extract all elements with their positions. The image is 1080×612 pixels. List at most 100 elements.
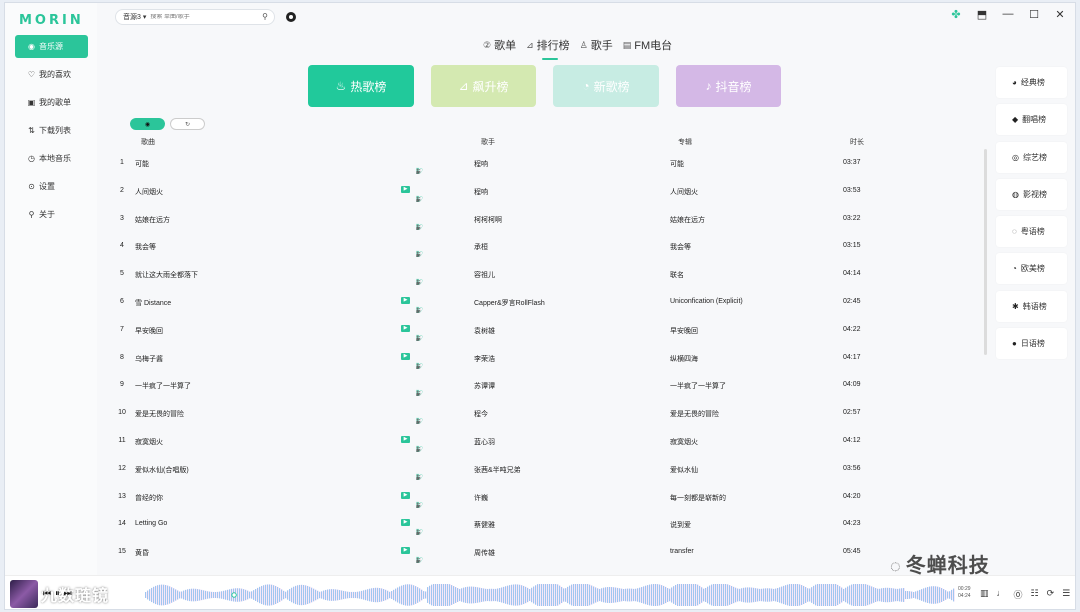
tab-0[interactable]: ② 歌单 <box>483 37 516 53</box>
banner-rising[interactable]: ⊿ 飙升榜 <box>431 65 536 107</box>
sidebar-item-2[interactable]: ▣ 我的歌单 <box>15 91 88 114</box>
song-title[interactable]: 黄昏 <box>135 548 149 558</box>
pause-icon[interactable]: ⏸ <box>55 588 60 599</box>
sidebar-item-0[interactable]: ◉ 音乐源 <box>15 35 88 58</box>
song-title[interactable]: 我会等 <box>135 242 156 252</box>
add-to-list-icon[interactable]: ≡ <box>416 417 423 426</box>
add-to-list-icon[interactable]: ≡ <box>416 223 423 232</box>
album-cover[interactable] <box>10 580 38 608</box>
rank-item-2[interactable]: ◎ 综艺榜 <box>996 141 1067 173</box>
mv-icon[interactable]: ▶ <box>401 547 410 555</box>
rank-item-1[interactable]: ◆ 翻唱榜 <box>996 104 1067 136</box>
table-row[interactable]: 10 爱是无畏的冒险 ⦀ ♡ ⤓ ≡ 程今 爱是无畏的冒险 02:57 <box>97 399 977 427</box>
song-title[interactable]: 寂寞烟火 <box>135 437 163 447</box>
artist-name[interactable]: 张茜&半吨兄弟 <box>474 465 521 475</box>
artist-name[interactable]: 周传雄 <box>474 548 495 558</box>
rank-item-4[interactable]: ◌ 粤语榜 <box>996 216 1067 248</box>
song-title[interactable]: 雪 Distance <box>135 298 171 308</box>
add-to-list-icon[interactable]: ≡ <box>416 167 423 176</box>
maximize-icon[interactable]: ☐ <box>1027 8 1041 21</box>
artist-name[interactable]: 许巍 <box>474 493 488 503</box>
album-name[interactable]: 爱似水仙 <box>670 465 698 475</box>
tab-2[interactable]: ♙ 歌手 <box>580 37 613 53</box>
close-icon[interactable]: ✕ <box>1053 8 1067 21</box>
artist-name[interactable]: 程响 <box>474 159 488 169</box>
banner-douyin[interactable]: ♪ 抖音榜 <box>676 65 781 107</box>
mv-icon[interactable]: ▶ <box>401 296 410 304</box>
sidebar-item-3[interactable]: ⇅ 下载列表 <box>15 119 88 142</box>
table-row[interactable]: 8 乌梅子酱 ▶ ⦀ ♡ ⤓ ≡ 李荣浩 纵横四海 04:17 <box>97 344 977 372</box>
song-title[interactable]: 爱似水仙(合唱版) <box>135 465 189 475</box>
song-title[interactable]: 爱是无畏的冒险 <box>135 409 184 419</box>
rank-item-3[interactable]: ◍ 影视榜 <box>996 178 1067 210</box>
album-name[interactable]: 联名 <box>670 270 684 280</box>
album-name[interactable]: 人间烟火 <box>670 187 698 197</box>
add-to-list-icon[interactable]: ≡ <box>416 389 423 398</box>
table-row[interactable]: 1 可能 ⦀ ♡ ⤓ ≡ 程响 可能 03:37 <box>97 149 977 177</box>
banner-hot[interactable]: ♨ 热歌榜 <box>308 65 414 107</box>
add-to-list-icon[interactable]: ≡ <box>416 473 423 482</box>
album-name[interactable]: 一半疯了一半算了 <box>670 381 726 391</box>
pin-icon[interactable]: ⬒ <box>975 8 989 21</box>
song-title[interactable]: 曾经的你 <box>135 493 163 503</box>
artist-name[interactable]: 柯柯柯啊 <box>474 215 502 225</box>
banner-new[interactable]: ◔ 新歌榜 <box>553 65 659 107</box>
source-select[interactable]: 音源3 ▾ <box>116 12 150 22</box>
table-row[interactable]: 7 早安晚回 ▶ ⦀ ♡ ⤓ ≡ 袁树雄 早安晚回 04:22 <box>97 316 977 344</box>
album-name[interactable]: Uniconfication (Explicit) <box>670 298 743 305</box>
sidebar-item-5[interactable]: ⊙ 设置 <box>15 175 88 198</box>
equalizer-icon[interactable]: ▥ <box>980 588 989 601</box>
song-title[interactable]: 可能 <box>135 159 149 169</box>
sidebar-item-6[interactable]: ⚲ 关于 <box>15 203 88 226</box>
table-row[interactable]: 14 Letting Go ▶ ⦀ ♡ ⤓ ≡ 蔡健雅 说到爱 04:23 <box>97 510 977 538</box>
song-title[interactable]: Letting Go <box>135 520 167 527</box>
search-input[interactable] <box>150 14 251 20</box>
mv-icon[interactable]: ▶ <box>401 435 410 443</box>
disc-icon[interactable] <box>286 12 296 22</box>
queue-icon[interactable]: ☰ <box>1062 588 1070 601</box>
album-name[interactable]: 可能 <box>670 159 684 169</box>
tab-1[interactable]: ⊿ 排行榜 <box>526 37 570 60</box>
rank-item-6[interactable]: ✱ 韩语榜 <box>996 290 1067 322</box>
rank-item-5[interactable]: ◔ 欧美榜 <box>996 253 1067 285</box>
add-to-list-icon[interactable]: ≡ <box>416 556 423 565</box>
table-row[interactable]: 9 一半疯了一半算了 ⦀ ♡ ⤓ ≡ 苏谭谭 一半疯了一半算了 04:09 <box>97 371 977 399</box>
artist-name[interactable]: 蔡健雅 <box>474 520 495 530</box>
song-title[interactable]: 就让这大雨全都落下 <box>135 270 198 280</box>
song-title[interactable]: 人间烟火 <box>135 187 163 197</box>
table-row[interactable]: 3 姑娘在远方 ⦀ ♡ ⤓ ≡ 柯柯柯啊 姑娘在远方 03:22 <box>97 205 977 233</box>
song-title[interactable]: 早安晚回 <box>135 326 163 336</box>
minimize-icon[interactable]: — <box>1001 8 1015 21</box>
previous-icon[interactable]: ⏮ <box>43 588 51 599</box>
add-to-list-icon[interactable]: ≡ <box>416 528 423 537</box>
artist-name[interactable]: 程今 <box>474 409 488 419</box>
add-to-list-icon[interactable]: ≡ <box>416 250 423 259</box>
add-to-list-icon[interactable]: ≡ <box>416 278 423 287</box>
add-to-list-icon[interactable]: ≡ <box>416 362 423 371</box>
rank-item-7[interactable]: ● 日语榜 <box>996 328 1067 360</box>
table-row[interactable]: 11 寂寞烟火 ▶ ⦀ ♡ ⤓ ≡ 蓝心羽 寂寞烟火 04:12 <box>97 427 977 455</box>
add-to-list-icon[interactable]: ≡ <box>416 306 423 315</box>
playlist-icon[interactable]: ☷ <box>1031 588 1039 601</box>
rank-item-0[interactable]: ◕ 经典榜 <box>996 67 1067 98</box>
artist-name[interactable]: 承桓 <box>474 242 488 252</box>
table-row[interactable]: 15 黄昏 ▶ ⦀ ♡ ⤓ ≡ 周传雄 transfer 05:45 <box>97 538 977 566</box>
artist-name[interactable]: 李荣浩 <box>474 354 495 364</box>
album-name[interactable]: 纵横四海 <box>670 354 698 364</box>
table-row[interactable]: 4 我会等 ⦀ ♡ ⤓ ≡ 承桓 我会等 03:15 <box>97 232 977 260</box>
artist-name[interactable]: 容祖儿 <box>474 270 495 280</box>
mv-icon[interactable]: ▶ <box>401 324 410 332</box>
mv-icon[interactable]: ▶ <box>401 352 410 360</box>
tab-3[interactable]: ▤ FM电台 <box>623 37 672 53</box>
artist-name[interactable]: 蓝心羽 <box>474 437 495 447</box>
table-row[interactable]: 6 雪 Distance ▶ ⦀ ♡ ⤓ ≡ Capper&罗言RollFlash U… <box>97 288 977 316</box>
add-to-list-icon[interactable]: ≡ <box>416 445 423 454</box>
song-title[interactable]: 一半疯了一半算了 <box>135 381 191 391</box>
waveform-progress[interactable] <box>145 584 955 606</box>
add-to-list-icon[interactable]: ≡ <box>416 501 423 510</box>
loop-icon[interactable]: ⟳ <box>1047 588 1055 601</box>
volume-icon[interactable]: ♩ <box>997 588 1006 601</box>
sidebar-item-1[interactable]: ♡ 我的喜欢 <box>15 63 88 86</box>
table-row[interactable]: 13 曾经的你 ▶ ⦀ ♡ ⤓ ≡ 许巍 每一刻都是崭新的 04:20 <box>97 483 977 511</box>
song-title[interactable]: 姑娘在远方 <box>135 215 170 225</box>
